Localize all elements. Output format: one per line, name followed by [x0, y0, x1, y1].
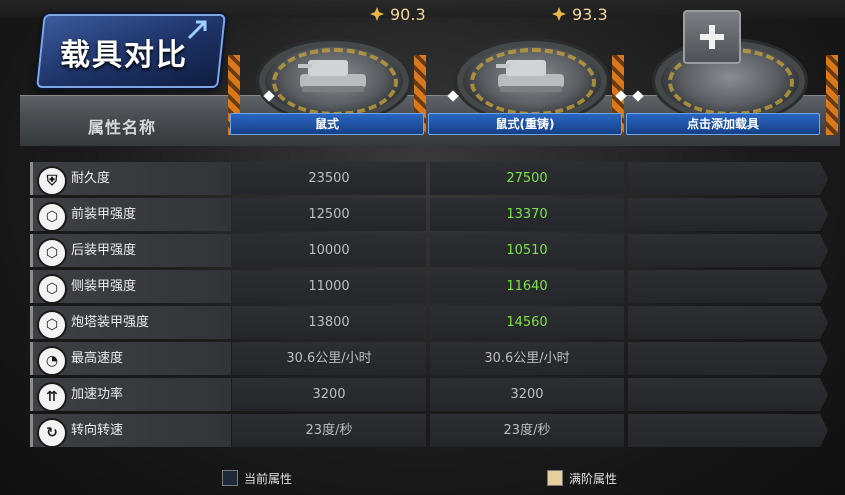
- table-row: ⬡ 后装甲强度 10000 10510: [30, 234, 842, 268]
- attribute-name-cell: ⬡ 侧装甲强度: [30, 270, 231, 304]
- attribute-label: 前装甲强度: [71, 207, 137, 222]
- attribute-name-cell: ⬡ 后装甲强度: [30, 234, 231, 268]
- rating-badge-2: 93.3: [552, 3, 608, 25]
- empty-slot-cell: [628, 234, 828, 267]
- durability-icon: ⛨: [37, 166, 67, 196]
- current-value-cell: 30.6公里/小时: [232, 342, 426, 375]
- orange-hazard-strip: [826, 55, 838, 135]
- attribute-name-cell: ⬡ 炮塔装甲强度: [30, 306, 231, 340]
- current-value-cell: 12500: [232, 198, 426, 231]
- tank-icon: [496, 60, 564, 92]
- rating-star-icon: [370, 7, 384, 21]
- legend-current-swatch: [222, 470, 238, 486]
- max-value-cell: 27500: [430, 162, 624, 195]
- legend-current: 当前属性: [222, 468, 292, 488]
- table-row: ⛨ 耐久度 23500 27500: [30, 162, 842, 196]
- vehicle-name-tab-2[interactable]: 鼠式(重铸): [428, 113, 622, 135]
- max-value-cell: 30.6公里/小时: [430, 342, 624, 375]
- speedometer-icon: ◔: [37, 346, 67, 376]
- attribute-column-header: 属性名称: [88, 118, 157, 137]
- attribute-label: 侧装甲强度: [71, 279, 137, 294]
- tank-icon: [298, 60, 366, 92]
- expand-arrow-icon: [187, 20, 207, 40]
- attribute-label: 转向转速: [71, 423, 124, 438]
- max-value-cell: 3200: [430, 378, 624, 411]
- table-row: ⬡ 侧装甲强度 11000 11640: [30, 270, 842, 304]
- rating-value: 90.3: [390, 4, 426, 24]
- acceleration-icon: ⇈: [37, 382, 67, 412]
- rating-value: 93.3: [572, 4, 608, 24]
- attribute-name-cell: ↻ 转向转速: [30, 414, 231, 448]
- empty-slot-cell: [628, 270, 828, 303]
- current-value-cell: 23度/秒: [232, 414, 426, 447]
- armor-side-icon: ⬡: [37, 274, 67, 304]
- rating-star-icon: [552, 7, 566, 21]
- turn-rate-icon: ↻: [37, 418, 67, 448]
- table-row: ◔ 最高速度 30.6公里/小时 30.6公里/小时: [30, 342, 842, 376]
- legend-current-label: 当前属性: [244, 471, 293, 486]
- current-value-cell: 3200: [232, 378, 426, 411]
- add-vehicle-plus-icon[interactable]: [683, 10, 741, 64]
- attribute-name-cell: ⇈ 加速功率: [30, 378, 231, 412]
- empty-slot-cell: [628, 342, 828, 375]
- table-row: ⇈ 加速功率 3200 3200: [30, 378, 842, 412]
- current-value-cell: 23500: [232, 162, 426, 195]
- attribute-name-cell: ◔ 最高速度: [30, 342, 231, 376]
- legend-max-swatch: [547, 470, 563, 486]
- attribute-label: 最高速度: [71, 351, 124, 366]
- attribute-label: 加速功率: [71, 387, 124, 402]
- empty-slot-cell: [628, 306, 828, 339]
- attribute-label: 炮塔装甲强度: [71, 315, 150, 330]
- armor-rear-icon: ⬡: [37, 238, 67, 268]
- empty-slot-cell: [628, 162, 828, 195]
- max-value-cell: 13370: [430, 198, 624, 231]
- empty-slot-cell: [628, 414, 828, 447]
- current-value-cell: 10000: [232, 234, 426, 267]
- max-value-cell: 10510: [430, 234, 624, 267]
- empty-slot-cell: [628, 378, 828, 411]
- max-value-cell: 23度/秒: [430, 414, 624, 447]
- empty-slot-cell: [628, 198, 828, 231]
- current-value-cell: 11000: [232, 270, 426, 303]
- max-value-cell: 14560: [430, 306, 624, 339]
- current-value-cell: 13800: [232, 306, 426, 339]
- table-row: ⬡ 前装甲强度 12500 13370: [30, 198, 842, 232]
- armor-front-icon: ⬡: [37, 202, 67, 232]
- legend-max: 满阶属性: [547, 468, 617, 488]
- rating-badge-1: 90.3: [370, 3, 426, 25]
- attribute-name-cell: ⛨ 耐久度: [30, 162, 231, 196]
- attribute-label: 后装甲强度: [71, 243, 137, 258]
- table-row: ↻ 转向转速 23度/秒 23度/秒: [30, 414, 842, 448]
- legend-max-label: 满阶属性: [569, 471, 618, 486]
- page-title: 载具对比: [60, 38, 188, 73]
- max-value-cell: 11640: [430, 270, 624, 303]
- add-vehicle-button[interactable]: 点击添加载具: [626, 113, 820, 135]
- table-row: ⬡ 炮塔装甲强度 13800 14560: [30, 306, 842, 340]
- vehicle-name-tab-1[interactable]: 鼠式: [230, 113, 424, 135]
- attribute-label: 耐久度: [71, 171, 111, 186]
- attribute-name-cell: ⬡ 前装甲强度: [30, 198, 231, 232]
- armor-turret-icon: ⬡: [37, 310, 67, 340]
